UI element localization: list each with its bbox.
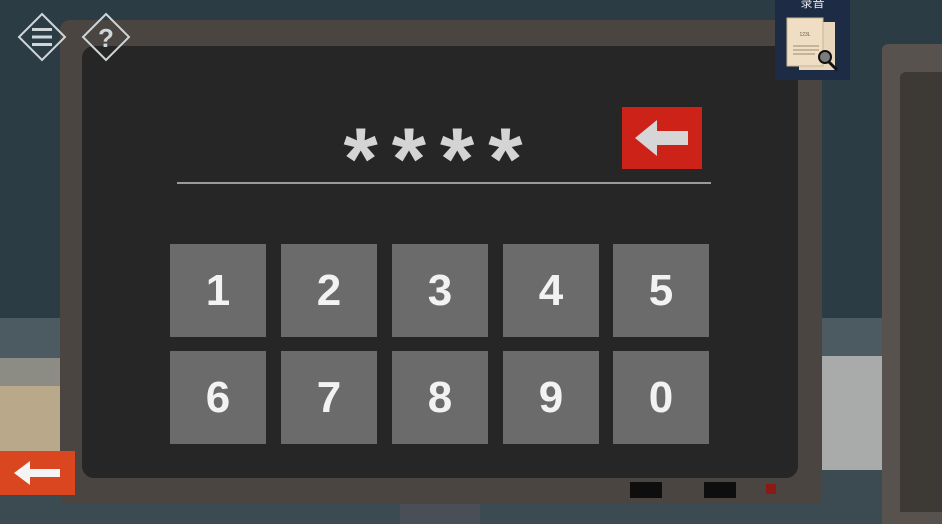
svg-text:?: ? (98, 23, 114, 53)
device-indicator-right (704, 482, 736, 498)
menu-icon (17, 12, 67, 62)
background-door-inner (900, 72, 942, 512)
paper-text: 123L (799, 32, 810, 38)
game-scene: **** 1 2 3 4 5 6 7 8 9 0 ? 录音 123L (0, 0, 942, 524)
menu-button[interactable] (17, 12, 67, 62)
backspace-button[interactable] (622, 107, 702, 169)
background-floor-strip (400, 504, 480, 524)
back-arrow-icon (14, 461, 60, 485)
keypad-key-3[interactable]: 3 (392, 244, 488, 337)
back-button[interactable] (0, 451, 75, 495)
backspace-arrow-icon (635, 120, 688, 156)
keypad-key-6[interactable]: 6 (170, 351, 266, 444)
code-underline (177, 182, 711, 184)
inventory-slot[interactable]: 录音 123L (775, 0, 850, 80)
inventory-label: 录音 (800, 0, 825, 10)
keypad-key-8[interactable]: 8 (392, 351, 488, 444)
keypad-key-4[interactable]: 4 (503, 244, 599, 337)
background-right-panel (818, 356, 888, 470)
paper-with-magnifier-icon: 123L (786, 17, 839, 72)
keypad-key-5[interactable]: 5 (613, 244, 709, 337)
keypad-key-1[interactable]: 1 (170, 244, 266, 337)
help-button[interactable]: ? (81, 12, 131, 62)
entered-code-display: **** (343, 109, 537, 174)
keypad-key-7[interactable]: 7 (281, 351, 377, 444)
keypad-key-2[interactable]: 2 (281, 244, 377, 337)
device-red-light (766, 484, 776, 494)
keypad-key-0[interactable]: 0 (613, 351, 709, 444)
help-icon: ? (81, 12, 131, 62)
keypad-key-9[interactable]: 9 (503, 351, 599, 444)
device-indicator-left (630, 482, 662, 498)
